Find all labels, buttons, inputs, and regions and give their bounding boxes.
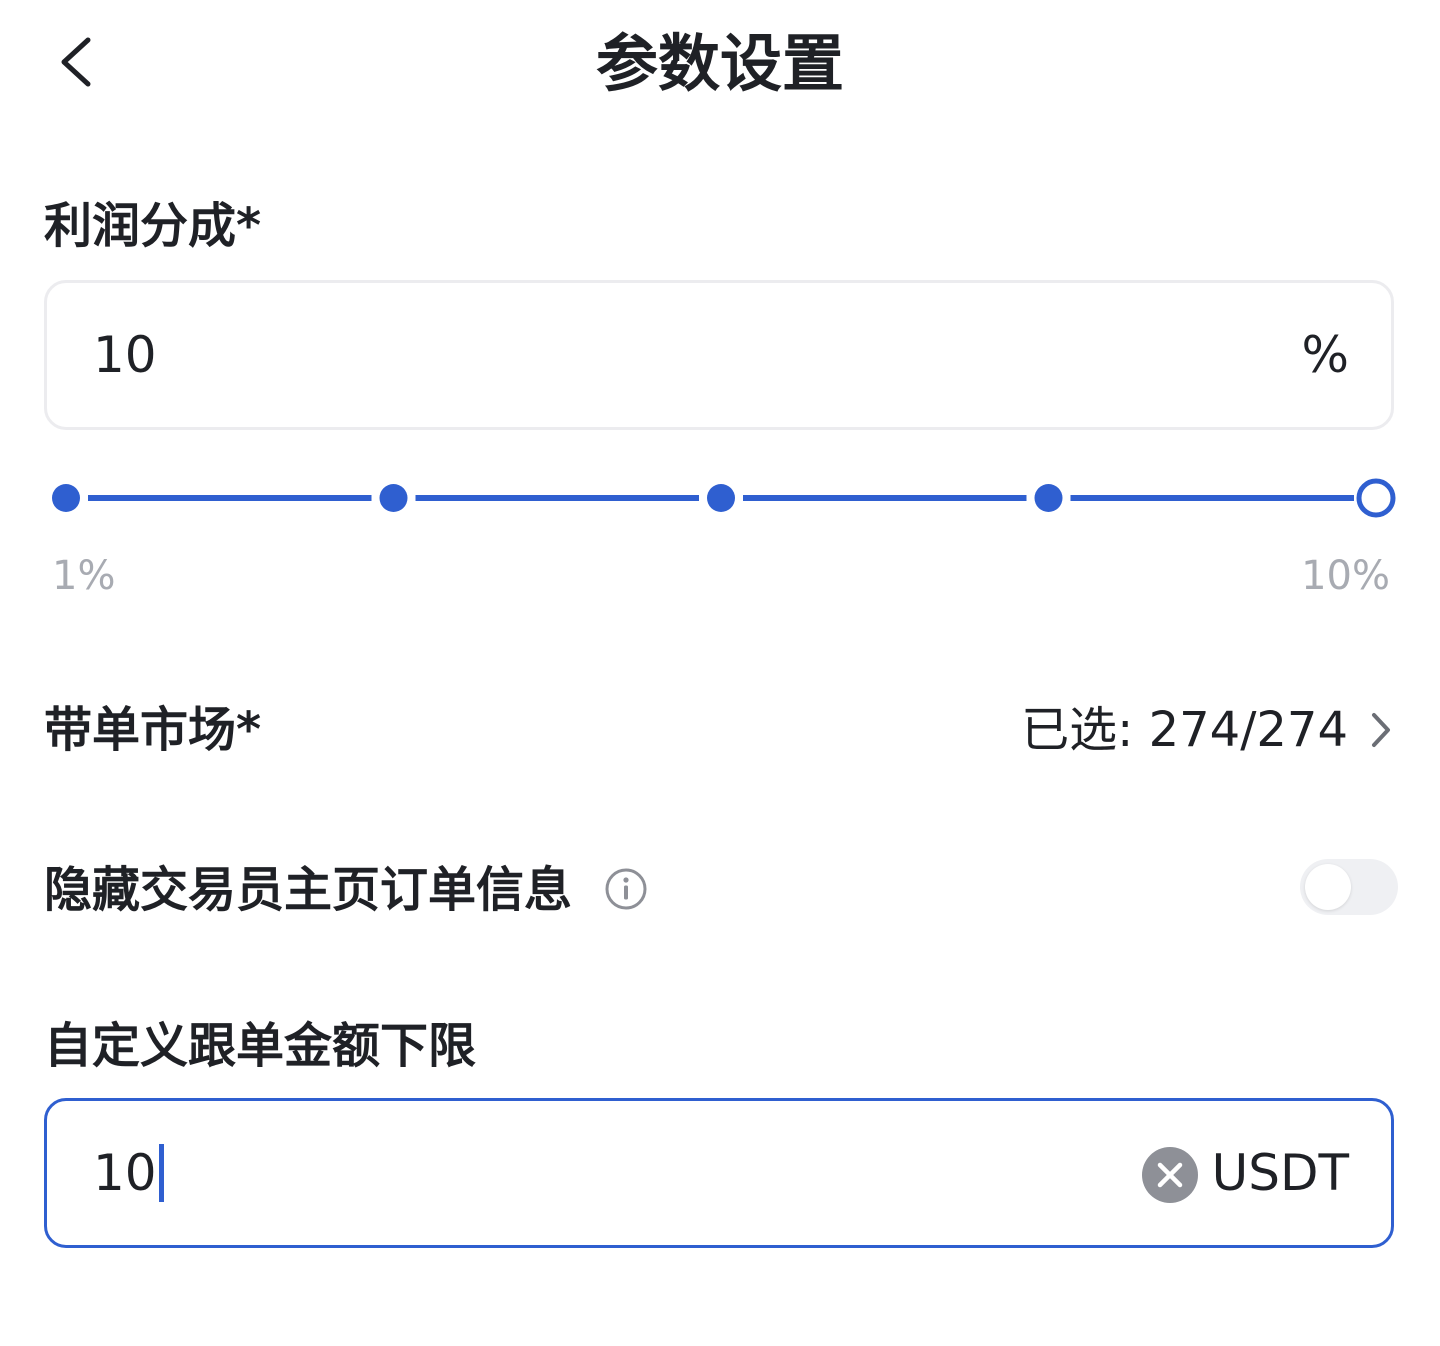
clear-button[interactable] bbox=[1142, 1147, 1198, 1203]
market-label: 带单市场* bbox=[44, 702, 262, 758]
min-follow-amount-label: 自定义跟单金额下限 bbox=[44, 1018, 477, 1074]
slider-stop[interactable] bbox=[52, 484, 80, 512]
profit-share-input[interactable]: 10 % bbox=[44, 280, 1394, 430]
slider-thumb[interactable] bbox=[1356, 478, 1396, 518]
profit-share-label: 利润分成* bbox=[44, 198, 262, 254]
info-icon[interactable] bbox=[604, 867, 648, 911]
profit-share-value: 10 bbox=[93, 326, 157, 384]
page-title: 参数设置 bbox=[595, 27, 844, 100]
min-follow-amount-input[interactable]: 10 USDT bbox=[44, 1098, 1394, 1248]
usdt-unit: USDT bbox=[1211, 1144, 1349, 1202]
clear-icon bbox=[1157, 1162, 1183, 1188]
slider-max-label: 10% bbox=[1301, 553, 1390, 599]
min-follow-amount-value: 10 bbox=[93, 1101, 164, 1245]
percent-unit: % bbox=[1301, 326, 1349, 384]
toggle-knob bbox=[1305, 864, 1351, 910]
slider-stop[interactable] bbox=[1034, 484, 1063, 512]
chevron-right-icon bbox=[1372, 713, 1390, 747]
hide-orders-toggle[interactable] bbox=[1300, 859, 1398, 915]
market-selector[interactable]: 已选: 274/274 bbox=[1021, 700, 1392, 760]
text-caret bbox=[158, 1143, 164, 1202]
market-selected-count: 已选: 274/274 bbox=[1021, 702, 1348, 758]
slider-track bbox=[52, 478, 1396, 518]
hide-orders-label: 隐藏交易员主页订单信息 bbox=[44, 862, 573, 918]
slider-stop[interactable] bbox=[707, 484, 735, 512]
slider-min-label: 1% bbox=[52, 553, 116, 599]
profit-share-slider[interactable] bbox=[40, 470, 1410, 530]
slider-stop[interactable] bbox=[379, 484, 408, 512]
